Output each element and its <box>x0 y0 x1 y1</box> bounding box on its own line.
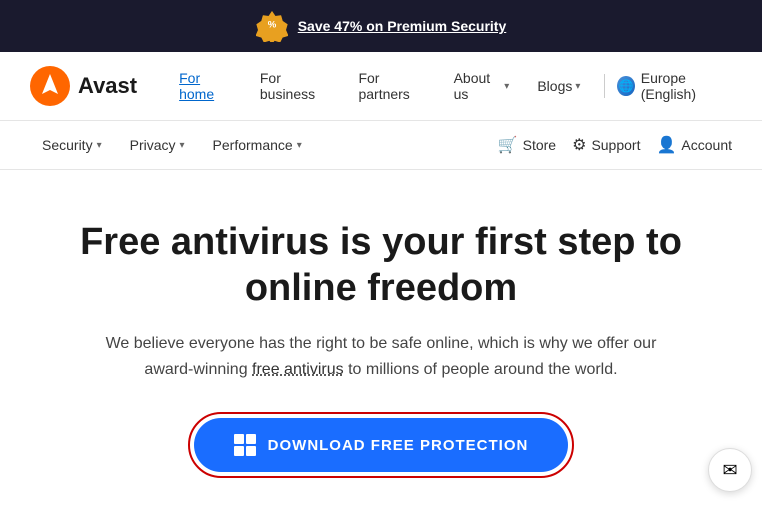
cart-icon: 🛒 <box>498 135 518 155</box>
support-icon: ⚙ <box>572 135 586 155</box>
nav-item-for-home[interactable]: For home <box>167 64 244 108</box>
svg-text:%: % <box>267 20 276 31</box>
top-banner: % Save 47% on Premium Security <box>0 0 762 52</box>
nav-separator <box>604 74 605 98</box>
hero-section: Free antivirus is your first step to onl… <box>0 170 762 518</box>
sec-nav-privacy[interactable]: Privacy ▾ <box>118 131 197 159</box>
chat-icon: ✉ <box>722 460 737 481</box>
logo-area[interactable]: Avast <box>30 66 137 106</box>
nav-item-blogs[interactable]: Blogs ▾ <box>525 72 592 100</box>
globe-icon: 🌐 <box>617 76 635 96</box>
download-button[interactable]: DOWNLOAD FREE PROTECTION <box>194 418 569 472</box>
secondary-nav: Security ▾ Privacy ▾ Performance ▾ 🛒 Sto… <box>0 121 762 170</box>
security-chevron-icon: ▾ <box>97 140 102 151</box>
performance-chevron-icon: ▾ <box>297 140 302 151</box>
support-link[interactable]: ⚙ Support <box>572 135 640 155</box>
nav-item-for-partners[interactable]: For partners <box>346 64 437 108</box>
chat-bubble[interactable]: ✉ <box>708 448 752 492</box>
sec-nav-performance[interactable]: Performance ▾ <box>201 131 314 159</box>
windows-icon <box>234 434 256 456</box>
main-nav: Avast For home For business For partners… <box>0 52 762 121</box>
sec-nav-security[interactable]: Security ▾ <box>30 131 114 159</box>
account-link[interactable]: 👤 Account <box>656 135 732 155</box>
logo-text: Avast <box>78 73 137 99</box>
privacy-chevron-icon: ▾ <box>180 140 185 151</box>
store-link[interactable]: 🛒 Store <box>498 135 556 155</box>
region-label: Europe (English) <box>641 70 732 102</box>
hero-body: We believe everyone has the right to be … <box>81 331 681 382</box>
banner-link[interactable]: Save 47% on Premium Security <box>298 18 507 34</box>
sec-nav-right: 🛒 Store ⚙ Support 👤 Account <box>498 135 732 155</box>
free-antivirus-link[interactable]: free antivirus <box>252 361 344 378</box>
nav-links: For home For business For partners About… <box>167 64 732 108</box>
nav-item-about-us[interactable]: About us ▾ <box>442 64 522 108</box>
nav-region[interactable]: 🌐 Europe (English) <box>617 70 732 102</box>
badge-icon: % <box>256 10 288 42</box>
hero-heading: Free antivirus is your first step to onl… <box>80 220 682 311</box>
about-chevron-icon: ▾ <box>504 81 509 92</box>
avast-logo-icon <box>30 66 70 106</box>
blogs-chevron-icon: ▾ <box>575 81 580 92</box>
account-icon: 👤 <box>656 135 676 155</box>
nav-item-for-business[interactable]: For business <box>248 64 343 108</box>
download-btn-wrapper: DOWNLOAD FREE PROTECTION <box>188 412 575 478</box>
